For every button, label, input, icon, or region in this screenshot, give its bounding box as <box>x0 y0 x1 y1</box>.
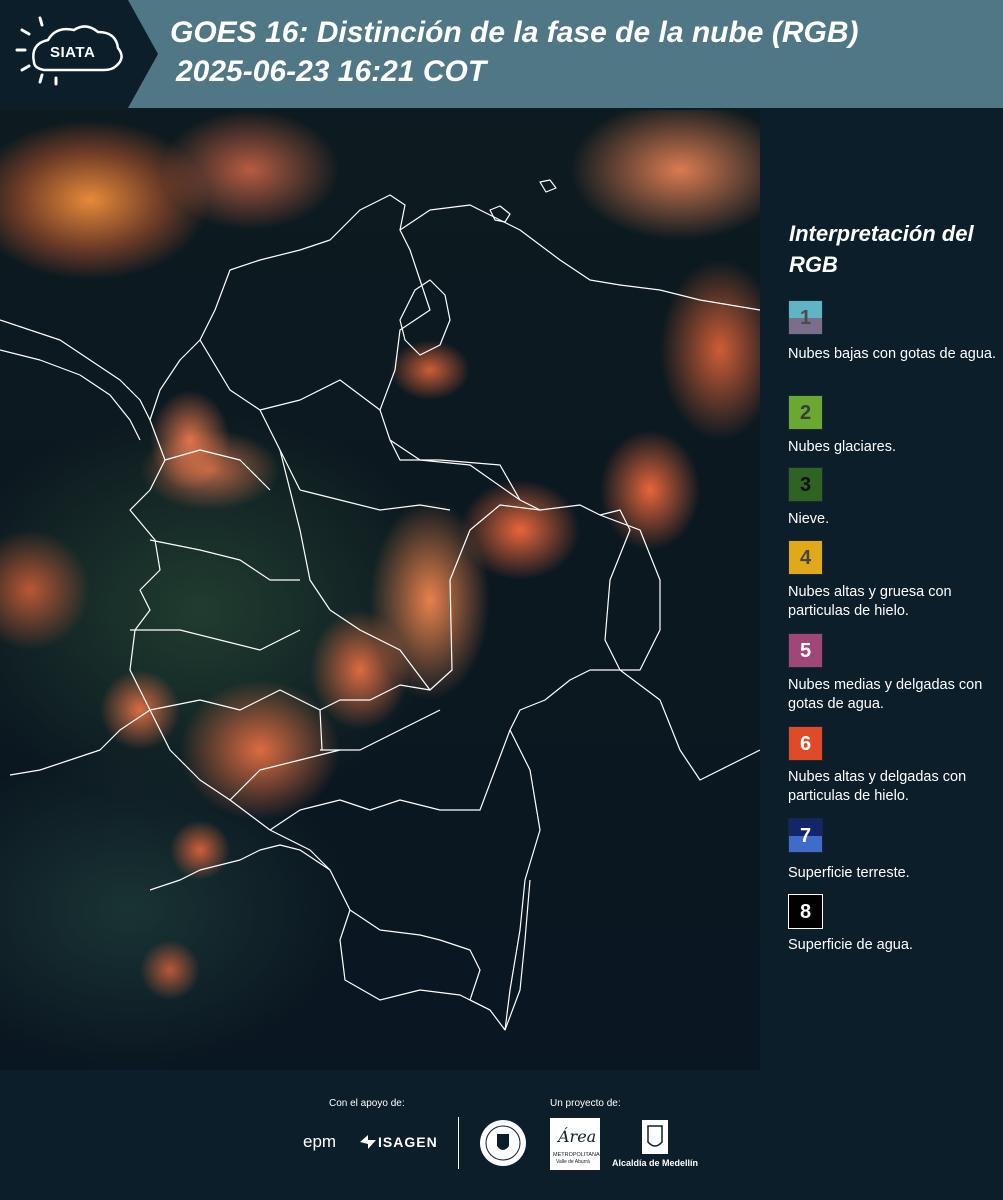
legend-number-7: 7 <box>799 825 812 847</box>
satellite-map[interactable] <box>0 110 760 1070</box>
legend-title: Interpretación del RGB <box>789 221 974 277</box>
legend-label-4: Nubes altas y gruesa con particulas de h… <box>788 584 952 619</box>
legend-swatch-6: 6 <box>788 726 823 761</box>
legend-panel: Interpretación del RGB 1 Nubes bajas con… <box>760 110 1003 1070</box>
alcaldia-label: Alcaldía de Medellín <box>612 1158 699 1168</box>
epm-logo: epm <box>303 1132 337 1151</box>
legend-swatch-3: 3 <box>788 467 823 502</box>
legend-number-6: 6 <box>799 733 812 755</box>
legend-number-8: 8 <box>799 901 812 923</box>
legend-swatch-2: 2 <box>788 395 823 430</box>
legend-swatch-7: 7 <box>788 818 823 853</box>
legend-label-7: Superficie terreste. <box>788 865 910 881</box>
project-label: Un proyecto de: <box>550 1098 621 1109</box>
page-title-line-2: 2025-06-23 16:21 COT <box>176 55 487 88</box>
siata-logo: SIATA <box>0 0 160 108</box>
legend-number-1: 1 <box>799 307 812 329</box>
area-logo-name: Área <box>556 1126 596 1146</box>
legend-label-3: Nieve. <box>788 511 830 527</box>
legend-swatch-5: 5 <box>788 633 823 668</box>
legend-swatch-1: 1 <box>788 300 823 335</box>
isagen-logo: ISAGEN <box>378 1134 438 1150</box>
legend-number-5: 5 <box>799 640 812 662</box>
area-metropolitana-logo: Área METROPOLITANA Valle de Aburrá <box>550 1118 600 1170</box>
legend-number-4: 4 <box>799 547 812 569</box>
footer-divider <box>458 1117 459 1169</box>
legend-label-1: Nubes bajas con gotas de agua. <box>788 346 996 362</box>
header-bar: SIATA GOES 16: Distinción de la fase de … <box>0 0 1003 108</box>
isagen-icon <box>360 1135 376 1149</box>
area-logo-sub2: Valle de Aburrá <box>556 1159 590 1165</box>
legend-swatch-8: 8 <box>788 894 823 929</box>
alcaldia-shield-icon <box>642 1120 668 1154</box>
legend-swatch-4: 4 <box>788 540 823 575</box>
medellin-seal-icon <box>480 1120 526 1166</box>
legend-label-6: Nubes altas y delgadas con particulas de… <box>788 769 967 804</box>
legend-number-2: 2 <box>799 402 812 424</box>
footer: Con el apoyo de: Un proyecto de: epm ISA… <box>0 1070 1003 1200</box>
legend-label-2: Nubes glaciares. <box>788 439 896 455</box>
page-title-line-1: GOES 16: Distinción de la fase de la nub… <box>170 16 859 49</box>
support-label: Con el apoyo de: <box>329 1098 405 1109</box>
legend-number-3: 3 <box>799 474 812 496</box>
country-borders <box>0 179 760 1031</box>
area-logo-sub: METROPOLITANA <box>553 1152 600 1158</box>
siata-logo-text: SIATA <box>50 44 96 61</box>
legend-label-8: Superficie de agua. <box>788 937 913 953</box>
legend-label-5: Nubes medias y delgadas con gotas de agu… <box>788 677 983 712</box>
